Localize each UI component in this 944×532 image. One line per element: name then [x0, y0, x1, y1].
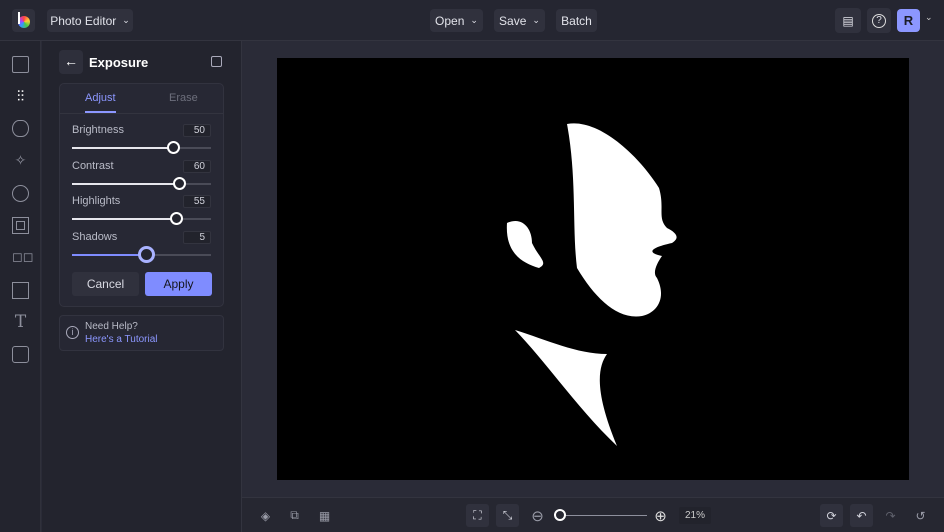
zoom-slider-handle[interactable]: [553, 509, 566, 521]
slider-handle[interactable]: [138, 245, 156, 263]
slider-track[interactable]: [72, 176, 211, 190]
slider-value-input[interactable]: 50: [183, 124, 211, 137]
undo-icon[interactable]: ↶: [850, 504, 873, 527]
comments-button[interactable]: ▤: [835, 8, 861, 33]
open-button[interactable]: Open ⌄: [430, 9, 483, 32]
avatar[interactable]: R: [897, 9, 920, 32]
slider-value-input[interactable]: 60: [183, 159, 211, 173]
help-icon: ?: [872, 13, 886, 28]
batch-label: Batch: [561, 13, 592, 28]
help-box: i Need Help? Here's a Tutorial: [59, 315, 224, 351]
slider-fill: [72, 218, 177, 220]
apply-label: Apply: [163, 277, 194, 291]
menu-label: Photo Editor: [50, 13, 117, 28]
bottom-toolbar: ◈ ⧉ ▦ ⛶ ⤡ ⊖ ⊕ 21% ⟳ ↶ ↷ ↺: [242, 497, 944, 532]
texture-icon[interactable]: [12, 282, 29, 299]
slider-fill: [72, 182, 180, 185]
slider-track[interactable]: [72, 245, 211, 263]
adjust-card: Adjust Erase Brightness 50 Contrast 60 H…: [59, 83, 224, 307]
info-icon: i: [66, 326, 79, 339]
panel-title: Exposure: [89, 55, 149, 70]
photo-editor-menu[interactable]: Photo Editor ⌄: [47, 9, 133, 32]
slider-handle[interactable]: [173, 176, 187, 190]
slider-label: Brightness: [72, 124, 124, 136]
app-logo[interactable]: [12, 9, 35, 32]
zoom-in-icon[interactable]: ⊕: [649, 504, 672, 527]
fit-screen-icon[interactable]: ⛶: [466, 504, 489, 527]
slider-track[interactable]: [72, 141, 211, 154]
effects-sparkle-icon[interactable]: ✧: [12, 152, 29, 169]
tab-adjust[interactable]: Adjust: [85, 92, 116, 104]
silhouette-photo: [506, 123, 677, 446]
apply-button[interactable]: Apply: [145, 272, 212, 296]
tool-rail: ⫶⫶ ✧ ◻◻ T: [0, 41, 41, 532]
open-label: Open: [435, 13, 465, 28]
photo-canvas[interactable]: [277, 58, 909, 480]
adjustments-icon[interactable]: ⫶⫶: [12, 88, 29, 105]
slider-fill: [72, 253, 145, 256]
slider-track[interactable]: [72, 212, 211, 225]
slider-fill: [72, 147, 174, 149]
help-title: Need Help?: [85, 321, 138, 332]
tabs-divider: [60, 113, 223, 114]
chevron-down-icon[interactable]: ⌄: [925, 12, 933, 23]
chevron-down-icon: ⌄: [122, 15, 130, 25]
slider-value-input[interactable]: 5: [183, 230, 211, 244]
tab-label: Adjust: [85, 92, 116, 104]
palette-icon[interactable]: [12, 185, 29, 202]
slider-label: Highlights: [72, 195, 121, 207]
zoom-out-icon[interactable]: ⊖: [526, 504, 549, 527]
slider-label: Contrast: [72, 159, 114, 172]
graphics-icon[interactable]: ◻◻: [12, 249, 34, 266]
arrow-left-icon: ←: [64, 53, 78, 69]
slider-handle[interactable]: [167, 141, 181, 154]
text-icon[interactable]: T: [12, 314, 29, 331]
zoom-slider[interactable]: [553, 509, 647, 521]
save-label: Save: [499, 13, 527, 28]
top-bar: Photo Editor ⌄ Open ⌄ Save ⌄ Batch ▤ ? R ⌄: [0, 0, 944, 41]
help-button[interactable]: ?: [867, 8, 891, 33]
chevron-down-icon: ⌄: [470, 15, 478, 25]
tutorial-link[interactable]: Here's a Tutorial: [85, 334, 158, 345]
comment-icon: ▤: [842, 13, 854, 28]
avatar-initial: R: [903, 13, 914, 28]
overlay-icon[interactable]: [12, 346, 29, 363]
back-button[interactable]: ←: [59, 50, 83, 74]
save-button[interactable]: Save ⌄: [494, 9, 545, 32]
grid-icon[interactable]: ▦: [313, 504, 336, 527]
eye-icon[interactable]: [12, 120, 29, 137]
duplicate-icon[interactable]: ⧉: [283, 504, 306, 527]
copy-layers-icon[interactable]: [211, 56, 222, 67]
tab-label: Erase: [169, 92, 198, 104]
rotate-icon[interactable]: ⟳: [820, 504, 843, 527]
slider-label: Shadows: [72, 230, 118, 243]
cancel-button[interactable]: Cancel: [72, 272, 139, 296]
zoom-value[interactable]: 21%: [679, 507, 711, 524]
slider-value-input[interactable]: 55: [183, 195, 211, 208]
batch-button[interactable]: Batch: [556, 9, 597, 32]
shrink-icon[interactable]: ⤡: [496, 504, 519, 527]
cancel-label: Cancel: [86, 277, 125, 291]
history-icon[interactable]: ↺: [909, 504, 932, 527]
frame-icon[interactable]: [12, 217, 29, 234]
slider-handle[interactable]: [170, 212, 184, 225]
image-icon[interactable]: [12, 56, 29, 73]
redo-icon[interactable]: ↷: [879, 504, 902, 527]
exposure-panel: ← Exposure Adjust Erase Brightness 50 Co…: [42, 41, 242, 532]
tab-erase[interactable]: Erase: [169, 92, 198, 104]
chevron-down-icon: ⌄: [532, 15, 540, 25]
layers-icon[interactable]: ◈: [254, 504, 277, 527]
